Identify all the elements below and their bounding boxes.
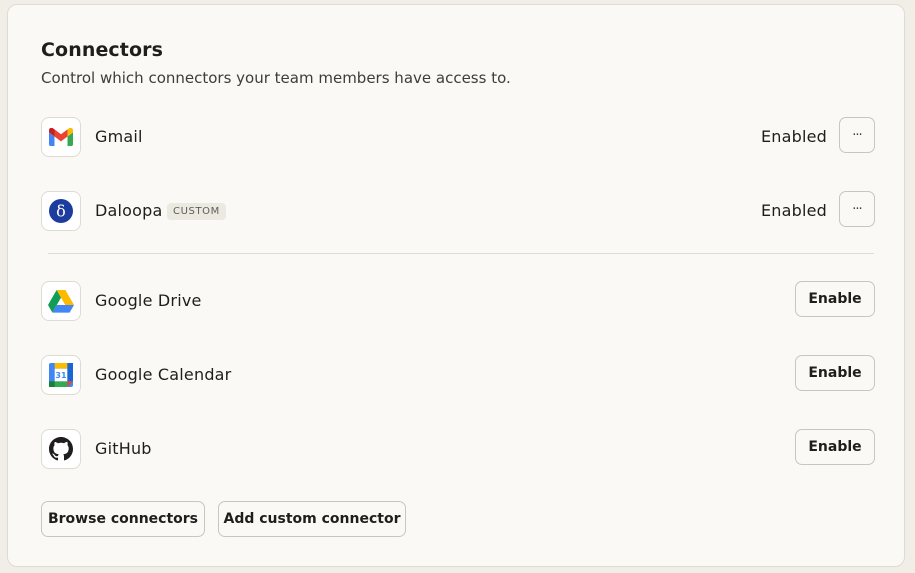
add-custom-connector-button[interactable]: Add custom connector: [218, 501, 406, 537]
enable-button[interactable]: Enable: [795, 429, 875, 465]
more-options-button[interactable]: ···: [839, 191, 875, 227]
connector-row-google-calendar: 31 Google Calendar Enable: [41, 355, 875, 399]
gmail-icon: [41, 117, 81, 157]
calendar-day-text: 31: [55, 371, 67, 380]
page-subtitle: Control which connectors your team membe…: [41, 69, 511, 87]
connector-row-google-drive: Google Drive Enable: [41, 281, 875, 325]
more-horizontal-icon: ···: [852, 201, 862, 217]
connector-name: Daloopa: [95, 201, 163, 220]
daloopa-icon: δ: [41, 191, 81, 231]
section-divider: [48, 253, 874, 254]
google-drive-icon: [41, 281, 81, 321]
google-calendar-icon: 31: [41, 355, 81, 395]
browse-connectors-button[interactable]: Browse connectors: [41, 501, 205, 537]
page-title: Connectors: [41, 39, 164, 61]
connectors-panel: Connectors Control which connectors your…: [7, 4, 905, 567]
connector-name: Google Drive: [95, 291, 202, 310]
connector-row-gmail: Gmail Enabled ···: [41, 117, 875, 161]
enable-button[interactable]: Enable: [795, 281, 875, 317]
status-label: Enabled: [760, 201, 827, 220]
custom-badge: CUSTOM: [167, 203, 226, 220]
status-label: Enabled: [760, 127, 827, 146]
enable-button[interactable]: Enable: [795, 355, 875, 391]
connector-row-github: GitHub Enable: [41, 429, 875, 473]
svg-text:δ: δ: [56, 202, 66, 221]
connector-name: Google Calendar: [95, 365, 232, 384]
github-icon: [41, 429, 81, 469]
connector-name: Gmail: [95, 127, 143, 146]
more-options-button[interactable]: ···: [839, 117, 875, 153]
connector-row-daloopa: δ Daloopa CUSTOM Enabled ···: [41, 191, 875, 235]
more-horizontal-icon: ···: [852, 127, 862, 143]
connector-name: GitHub: [95, 439, 152, 458]
